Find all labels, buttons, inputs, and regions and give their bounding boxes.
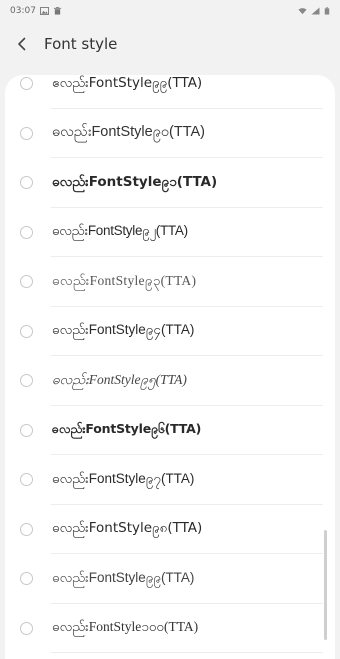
font-option-label: ဓလည်းFontStyle၉၅(TTA) (52, 371, 187, 387)
status-left: 03:07 (10, 6, 62, 16)
radio-button[interactable] (20, 324, 33, 338)
font-option-label: ဓလည်းFontStyle၉၉(TTA) (52, 569, 195, 585)
font-option[interactable]: ဓလည်းFontStyle၁၀၀(TTA) (5, 604, 335, 654)
font-option-label: ဓလည်းFontStyle၉၁(TTA) (52, 173, 218, 190)
scrollbar[interactable] (324, 530, 327, 640)
radio-button[interactable] (20, 473, 33, 487)
font-option-label: ဓလည်းFontStyle၉၄(TTA) (52, 322, 195, 338)
radio-button[interactable] (20, 522, 33, 536)
radio-button[interactable] (20, 621, 33, 635)
radio-button[interactable] (20, 374, 33, 388)
font-option-label: ဓလည်းFontStyle၉၀(TTA) (52, 123, 205, 140)
font-option-label: ဓလည်းFontStyle၉၇(TTA) (52, 470, 195, 486)
font-option-label: ဓလည်းFontStyle၁၀၀(TTA) (52, 619, 199, 635)
font-option[interactable]: ဓလည်းFontStyle၉၉(TTA) (5, 554, 335, 604)
font-option[interactable]: ဓလည်းFontStyle၉၆(TTA) (5, 406, 335, 456)
font-option-label: ဓလည်းFontStyle၉၂(TTA) (52, 223, 188, 239)
radio-button[interactable] (20, 275, 33, 289)
battery-icon (324, 7, 330, 15)
radio-button[interactable] (20, 126, 33, 140)
font-option[interactable]: ဓလည်းFontStyle၉၈(TTA) (5, 505, 335, 555)
image-icon (39, 7, 49, 15)
back-arrow-icon (18, 37, 26, 51)
font-list-card: ဧလည်းFontStyle၉၉(TTA) ဓလည်းFontStyle၉၀(T… (5, 75, 335, 659)
app-bar: Font style (0, 22, 340, 66)
radio-button[interactable] (20, 572, 33, 586)
font-option[interactable]: ဓလည်းFontStyle၉၃(TTA) (5, 257, 335, 307)
status-bar: 03:07 (0, 0, 340, 22)
font-option[interactable]: ဧလည်းFontStyle၉၉(TTA) (5, 75, 335, 109)
wifi-icon (298, 8, 307, 15)
font-option[interactable]: ဓလည်းFontStyle၉၀(TTA) (5, 109, 335, 159)
font-option-label: ဓလည်းFontStyle၉၃(TTA) (52, 272, 197, 288)
radio-button[interactable] (20, 423, 33, 437)
font-option[interactable]: ဓလည်းFontStyle၉၁(TTA) (5, 158, 335, 208)
back-button[interactable] (0, 22, 44, 66)
font-option[interactable]: ဓလည်းFontStyle၉၂(TTA) (5, 208, 335, 258)
font-option[interactable]: ဓလည်းFontStyle၉၇(TTA) (5, 455, 335, 505)
radio-button[interactable] (20, 225, 33, 239)
font-list: ဧလည်းFontStyle၉၉(TTA) ဓလည်းFontStyle၉၀(T… (5, 75, 335, 653)
page-title: Font style (44, 35, 118, 53)
trash-icon (53, 7, 61, 15)
font-option-label: ဓလည်းFontStyle၉၈(TTA) (52, 520, 203, 537)
font-option-label: ဧလည်းFontStyle၉၉(TTA) (52, 75, 203, 91)
radio-button[interactable] (20, 176, 33, 190)
status-time: 03:07 (10, 6, 36, 16)
font-option[interactable]: ဓလည်းFontStyle၉၄(TTA) (5, 307, 335, 357)
status-right (298, 7, 330, 15)
radio-button[interactable] (20, 77, 33, 91)
font-option[interactable]: ဓလည်းFontStyle၉၅(TTA) (5, 356, 335, 406)
font-option-label: ဓလည်းFontStyle၉၆(TTA) (52, 420, 202, 436)
signal-icon (311, 7, 320, 15)
